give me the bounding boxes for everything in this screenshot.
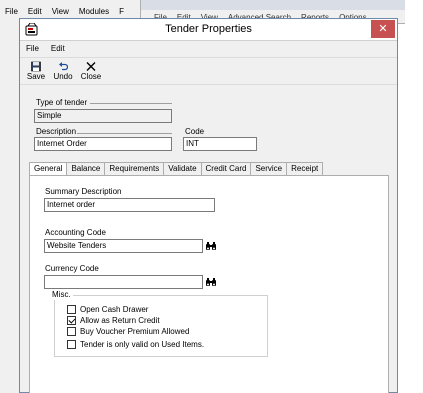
used-items-only-label: Tender is only valid on Used Items. bbox=[80, 340, 205, 349]
tab-service[interactable]: Service bbox=[250, 162, 288, 175]
description-separator bbox=[77, 133, 172, 134]
tab-validate[interactable]: Validate bbox=[163, 162, 202, 175]
bg-menu-file[interactable]: File bbox=[0, 5, 23, 19]
open-cash-drawer-option[interactable]: Open Cash Drawer bbox=[67, 304, 148, 315]
description-label: Description bbox=[36, 127, 77, 136]
binoculars-lookup-icon[interactable] bbox=[205, 276, 217, 288]
misc-groupbox: Open Cash Drawer Allow as Return Credit … bbox=[54, 295, 268, 357]
close-button[interactable]: Close bbox=[78, 59, 104, 84]
dialog-menubar: File Edit bbox=[20, 42, 71, 56]
allow-return-credit-option[interactable]: Allow as Return Credit bbox=[67, 315, 160, 326]
undo-button[interactable]: Undo bbox=[50, 59, 76, 84]
tab-credit-card[interactable]: Credit Card bbox=[200, 162, 252, 175]
binoculars-lookup-icon[interactable] bbox=[205, 240, 217, 252]
menu-file[interactable]: File bbox=[20, 42, 45, 56]
code-label: Code bbox=[185, 127, 205, 136]
buy-voucher-premium-option[interactable]: Buy Voucher Premium Allowed bbox=[67, 326, 189, 337]
allow-return-credit-label: Allow as Return Credit bbox=[80, 316, 160, 325]
undo-arrow-icon bbox=[59, 62, 68, 71]
summary-description-label: Summary Description bbox=[45, 187, 122, 196]
misc-group-title: Misc. bbox=[50, 290, 73, 300]
buy-voucher-premium-label: Buy Voucher Premium Allowed bbox=[80, 327, 190, 336]
used-items-only-checkbox[interactable] bbox=[67, 340, 76, 349]
menu-edit[interactable]: Edit bbox=[45, 42, 71, 56]
toolbar: Save Undo Close bbox=[20, 57, 397, 85]
tab-strip: General Balance Requirements Validate Cr… bbox=[29, 162, 324, 176]
close-label: Close bbox=[80, 72, 102, 81]
titlebar: Tender Properties ✕ bbox=[20, 19, 397, 41]
tender-properties-dialog: Tender Properties ✕ File Edit Save Undo bbox=[19, 18, 398, 393]
tab-balance[interactable]: Balance bbox=[66, 162, 106, 175]
bg-menu-view[interactable]: View bbox=[47, 5, 74, 19]
open-cash-drawer-checkbox[interactable] bbox=[67, 305, 76, 314]
undo-label: Undo bbox=[53, 72, 73, 81]
save-button[interactable]: Save bbox=[23, 59, 49, 84]
save-label: Save bbox=[26, 72, 46, 81]
accounting-code-input[interactable]: Website Tenders bbox=[44, 239, 203, 253]
open-cash-drawer-label: Open Cash Drawer bbox=[80, 305, 149, 314]
tab-requirements[interactable]: Requirements bbox=[104, 162, 165, 175]
background-menubar: File Edit View Modules F bbox=[0, 5, 129, 19]
type-of-tender-field: Simple bbox=[34, 109, 172, 123]
bg-menu-modules[interactable]: Modules bbox=[74, 5, 114, 19]
currency-code-label: Currency Code bbox=[45, 264, 99, 273]
summary-description-input[interactable]: Internet order bbox=[44, 198, 215, 212]
buy-voucher-premium-checkbox[interactable] bbox=[67, 327, 76, 336]
background-desktop-strip bbox=[405, 0, 423, 393]
bg-menu-truncated[interactable]: F bbox=[114, 5, 129, 19]
close-window-button[interactable]: ✕ bbox=[371, 20, 395, 38]
description-input[interactable]: Internet Order bbox=[34, 137, 172, 151]
code-input[interactable]: INT bbox=[183, 137, 257, 151]
floppy-disk-icon bbox=[31, 61, 41, 72]
bg-menu-edit[interactable]: Edit bbox=[23, 5, 47, 19]
used-items-only-option[interactable]: Tender is only valid on Used Items. bbox=[67, 339, 204, 350]
type-of-tender-separator bbox=[90, 103, 172, 104]
general-tab-panel: Summary Description Internet order Accou… bbox=[29, 175, 389, 393]
background-second-titlebar bbox=[141, 0, 405, 10]
currency-code-input[interactable] bbox=[44, 275, 203, 289]
tab-receipt[interactable]: Receipt bbox=[286, 162, 324, 175]
accounting-code-label: Accounting Code bbox=[45, 228, 106, 237]
allow-return-credit-checkbox[interactable] bbox=[67, 316, 76, 325]
tab-general[interactable]: General bbox=[29, 162, 68, 176]
type-of-tender-label: Type of tender bbox=[36, 98, 88, 107]
window-title: Tender Properties bbox=[165, 23, 252, 35]
close-x-icon bbox=[86, 62, 96, 71]
